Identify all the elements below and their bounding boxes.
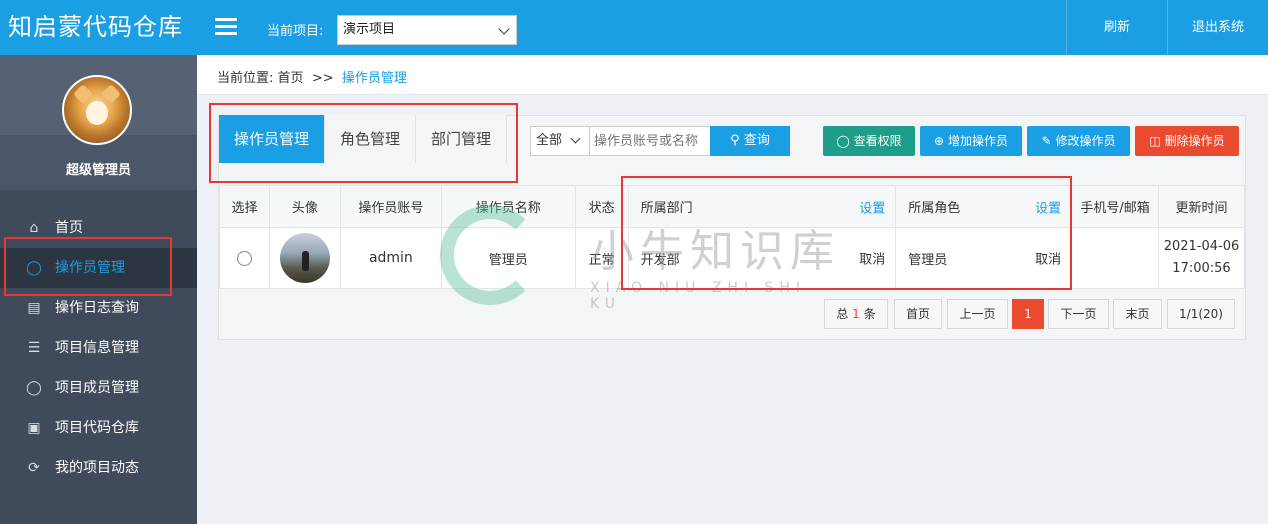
sidebar-item-project-members[interactable]: ◯ 项目成员管理 [0, 368, 197, 408]
search-icon: ⚲ [730, 133, 740, 148]
search-input[interactable] [590, 126, 711, 156]
profile-panel: 超级管理员 [0, 55, 197, 190]
highlight-box [621, 176, 1072, 290]
cell-account: admin [339, 227, 442, 289]
status-filter-select[interactable]: 全部 [530, 126, 590, 156]
breadcrumb-bar: 当前位置: 首页 >> 操作员管理 [197, 55, 1268, 95]
trash-icon: ◫ [1149, 134, 1161, 148]
avatar [279, 233, 330, 283]
edit-operator-button[interactable]: ✎ 修改操作员 [1027, 126, 1130, 156]
user-icon: ◯ [26, 380, 42, 396]
add-operator-button[interactable]: ⊕ 增加操作员 [920, 126, 1022, 156]
highlight-box [4, 237, 172, 296]
col-contact: 手机号/邮箱 [1071, 185, 1159, 228]
briefcase-icon: ▣ [27, 420, 41, 436]
project-select-value: 演示项目 [343, 22, 396, 37]
logout-button[interactable]: 退出系统 [1167, 0, 1268, 55]
row-radio[interactable] [236, 250, 252, 266]
sidebar-item-label: 项目代码仓库 [55, 420, 139, 436]
sidebar-item-code-repo[interactable]: ▣ 项目代码仓库 [0, 408, 197, 448]
prev-page-button[interactable]: 上一页 [947, 299, 1008, 329]
sidebar-item-label: 操作日志查询 [55, 300, 139, 316]
col-select: 选择 [219, 185, 270, 228]
cell-updated: 2021-04-06 17:00:56 [1157, 227, 1246, 289]
sidebar-item-label: 项目成员管理 [55, 380, 139, 396]
sidebar-item-project-info[interactable]: ☰ 项目信息管理 [0, 328, 197, 368]
sidebar-item-label: 项目信息管理 [55, 340, 139, 356]
home-icon: ⌂ [29, 220, 39, 236]
project-select[interactable]: 演示项目 [337, 15, 517, 45]
project-label: 当前项目: [267, 24, 324, 39]
pagination-total: 总 1 条 [824, 299, 888, 329]
profile-name: 超级管理员 [65, 163, 131, 178]
chevron-down-icon [570, 133, 581, 144]
user-icon: ◯ [836, 134, 850, 148]
breadcrumb-home[interactable]: 首页 [278, 71, 304, 86]
refresh-button[interactable]: 刷新 [1066, 0, 1167, 55]
list-icon: ☰ [27, 340, 41, 356]
sidebar-item-my-activity[interactable]: ⟳ 我的项目动态 [0, 448, 197, 488]
cell-contact [1071, 227, 1159, 289]
pencil-icon: ✎ [1041, 134, 1052, 148]
app-logo: 知启蒙代码仓库 [0, 0, 197, 55]
current-page-button[interactable]: 1 [1012, 299, 1044, 329]
col-name: 操作员名称 [440, 185, 576, 228]
cell-name: 管理员 [440, 227, 576, 289]
document-icon: ▤ [27, 300, 41, 316]
col-updated: 更新时间 [1157, 185, 1246, 228]
avatar [62, 75, 132, 145]
menu-toggle-icon[interactable] [215, 18, 237, 36]
page-info: 1/1(20) [1167, 299, 1235, 329]
view-permissions-button[interactable]: ◯ 查看权限 [823, 126, 915, 156]
refresh-icon: ⟳ [28, 460, 40, 476]
sidebar-item-label: 我的项目动态 [55, 460, 139, 476]
col-avatar: 头像 [268, 185, 341, 228]
first-page-button[interactable]: 首页 [894, 299, 942, 329]
delete-operator-button[interactable]: ◫ 删除操作员 [1135, 126, 1239, 156]
col-account: 操作员账号 [339, 185, 442, 228]
highlight-box [209, 103, 518, 183]
chevron-down-icon [498, 23, 510, 35]
last-page-button[interactable]: 末页 [1113, 299, 1162, 329]
plus-circle-icon: ⊕ [934, 134, 945, 148]
sidebar-item-label: 首页 [55, 220, 83, 236]
breadcrumb: 当前位置: 首页 >> 操作员管理 [217, 71, 407, 86]
next-page-button[interactable]: 下一页 [1048, 299, 1109, 329]
breadcrumb-current: 操作员管理 [341, 71, 407, 86]
search-button[interactable]: ⚲ 查询 [710, 126, 790, 156]
